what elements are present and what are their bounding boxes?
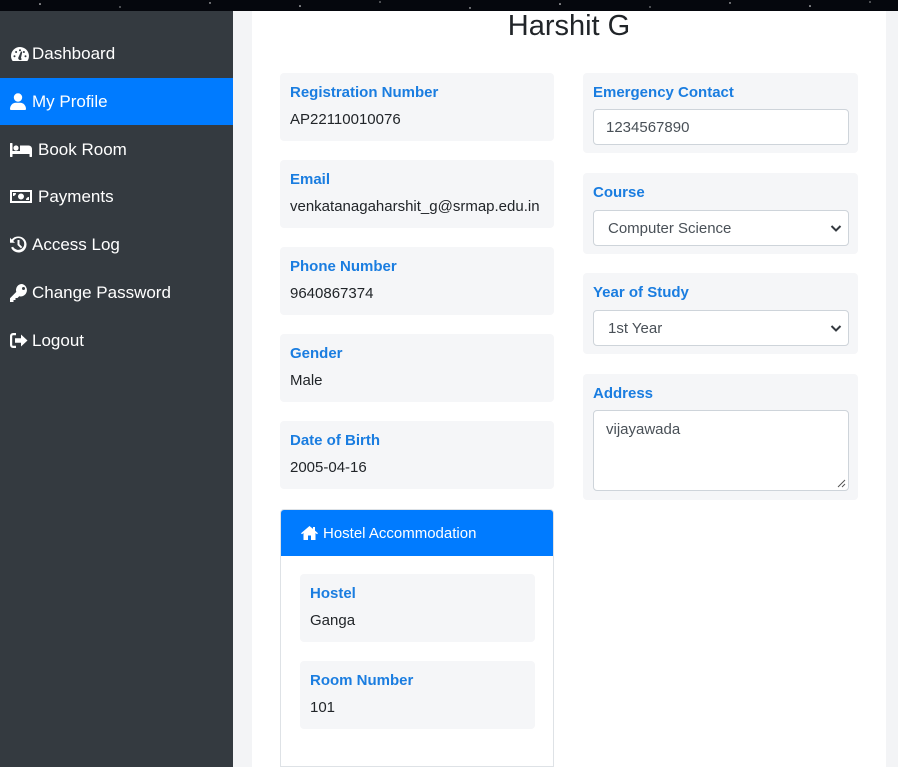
hostel-value: Ganga	[310, 612, 356, 629]
phone-number-label: Phone Number	[290, 258, 397, 275]
sidebar-item-label: Payments	[38, 186, 114, 206]
sidebar-item-my-profile[interactable]: My Profile	[0, 78, 233, 125]
bed-icon	[10, 141, 36, 159]
year-of-study-selected-value: 1st Year	[608, 319, 663, 337]
email-box: Email venkatanagaharshit_g@srmap.edu.in	[280, 160, 554, 228]
room-number-value: 101	[310, 699, 336, 716]
room-number-box: Room Number 101	[300, 661, 535, 729]
hostel-accommodation-title: Hostel Accommodation	[323, 524, 477, 542]
hostel-accommodation-card: Hostel Accommodation Hostel Ganga Room N…	[280, 509, 554, 767]
course-label: Course	[593, 184, 645, 201]
year-of-study-select[interactable]: 1st Year	[593, 310, 849, 346]
profile-card: Harshit G Registration Number AP22110010…	[252, 11, 886, 767]
registration-number-box: Registration Number AP22110010076	[280, 73, 554, 141]
email-label: Email	[290, 171, 331, 188]
emergency-contact-box: Emergency Contact 1234567890	[583, 73, 858, 153]
sidebar-item-label: Dashboard	[32, 43, 116, 63]
home-icon	[301, 526, 318, 540]
history-icon	[10, 236, 30, 254]
year-of-study-box: Year of Study 1st Year	[583, 273, 858, 354]
sidebar-item-payments[interactable]: Payments	[0, 173, 233, 220]
sidebar-item-access-log[interactable]: Access Log	[0, 221, 233, 268]
hostel-name-box: Hostel Ganga	[300, 574, 535, 642]
tachometer-icon	[10, 45, 30, 63]
address-textarea[interactable]: vijayawada	[593, 410, 849, 491]
course-select[interactable]: Computer Science	[593, 210, 849, 246]
year-of-study-label: Year of Study	[593, 284, 689, 301]
phone-number-box: Phone Number 9640867374	[280, 247, 554, 315]
sidebar-item-dashboard[interactable]: Dashboard	[0, 30, 233, 77]
address-box: Address vijayawada	[583, 374, 858, 500]
hostel-label: Hostel	[310, 585, 356, 602]
gender-label: Gender	[290, 345, 343, 362]
emergency-contact-label: Emergency Contact	[593, 84, 734, 101]
sign-out-icon	[10, 332, 30, 350]
sidebar-item-label: My Profile	[32, 91, 108, 111]
sidebar: Dashboard My Profile Book Room Payments …	[0, 11, 233, 767]
room-number-label: Room Number	[310, 672, 414, 689]
user-icon	[10, 93, 30, 111]
sidebar-item-book-room[interactable]: Book Room	[0, 126, 233, 173]
hostel-accommodation-header: Hostel Accommodation	[281, 510, 553, 556]
date-of-birth-box: Date of Birth 2005-04-16	[280, 421, 554, 489]
course-box: Course Computer Science	[583, 173, 858, 254]
emergency-contact-input[interactable]: 1234567890	[593, 109, 849, 145]
sidebar-item-change-password[interactable]: Change Password	[0, 269, 233, 316]
sidebar-item-logout[interactable]: Logout	[0, 317, 233, 364]
sidebar-item-label: Change Password	[32, 282, 171, 302]
key-icon	[10, 283, 30, 302]
chevron-down-icon	[830, 225, 842, 232]
main-content: Harshit G Registration Number AP22110010…	[233, 11, 898, 767]
sidebar-item-label: Access Log	[32, 234, 120, 254]
address-label: Address	[593, 385, 654, 402]
sidebar-item-label: Book Room	[38, 139, 127, 159]
sidebar-item-label: Logout	[32, 330, 84, 350]
date-of-birth-label: Date of Birth	[290, 432, 380, 449]
emergency-contact-value: 1234567890	[606, 118, 690, 136]
registration-number-label: Registration Number	[290, 84, 439, 101]
gender-value: Male	[290, 372, 323, 389]
registration-number-value: AP22110010076	[290, 111, 401, 128]
course-selected-value: Computer Science	[608, 219, 732, 237]
page-title: Harshit G	[507, 10, 631, 42]
chevron-down-icon	[830, 325, 842, 332]
resize-handle-icon[interactable]	[837, 479, 846, 488]
phone-number-value: 9640867374	[290, 285, 374, 302]
address-value: vijayawada	[606, 421, 681, 438]
email-value: venkatanagaharshit_g@srmap.edu.in	[290, 198, 540, 215]
gender-box: Gender Male	[280, 334, 554, 402]
date-of-birth-value: 2005-04-16	[290, 459, 367, 476]
money-bill-icon	[10, 188, 36, 206]
